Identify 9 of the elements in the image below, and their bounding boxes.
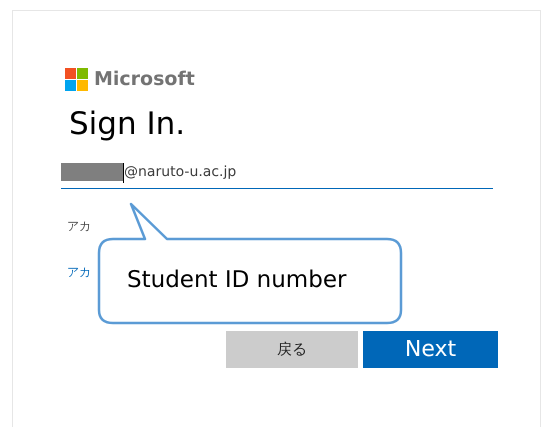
logo-icon <box>65 68 88 90</box>
logo-text: Microsoft <box>94 66 195 92</box>
next-button[interactable]: Next <box>363 331 498 368</box>
back-button[interactable]: 戻る <box>226 331 358 368</box>
account-link[interactable]: アカ <box>67 263 91 282</box>
hint-text: アカ <box>67 218 91 236</box>
callout-text: Student ID number <box>127 266 346 295</box>
account-field[interactable]: @naruto-u.ac.jp <box>61 161 493 190</box>
page-title: Sign In. <box>69 106 186 144</box>
